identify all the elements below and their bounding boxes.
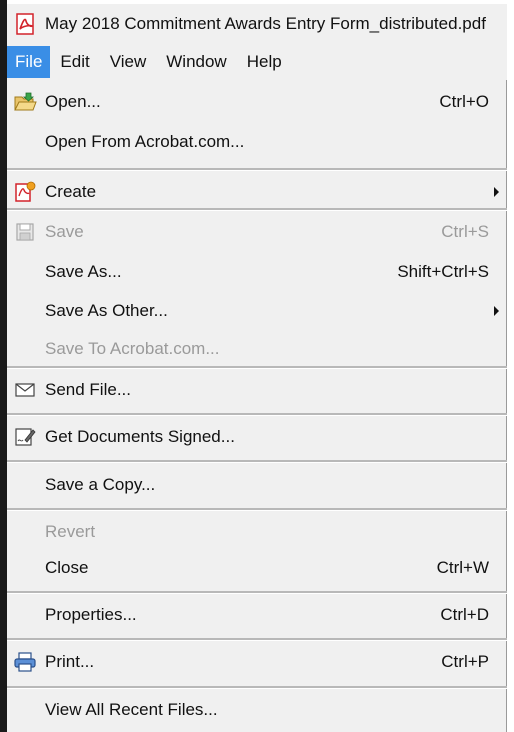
menu-item-print[interactable]: Print... Ctrl+P [7, 642, 507, 682]
menu-item-label: Save [45, 222, 84, 241]
application-window: May 2018 Commitment Awards Entry Form_di… [0, 0, 514, 732]
shortcut-label: Ctrl+D [440, 605, 489, 624]
printer-icon [12, 650, 38, 674]
window-left-edge [0, 0, 7, 732]
menu-item-save-a-copy[interactable]: Save a Copy... [7, 465, 507, 505]
menu-item-label: Save a Copy... [45, 475, 156, 494]
menu-item-save-as[interactable]: Save As... Shift+Ctrl+S [7, 252, 507, 292]
menu-separator [7, 208, 507, 211]
menu-view[interactable]: View [100, 46, 157, 78]
shortcut-label: Ctrl+O [439, 92, 489, 111]
menu-bar: File Edit View Window Help [7, 44, 507, 80]
pdf-icon [15, 13, 37, 35]
menu-item-save-to-acrobat: Save To Acrobat.com... [7, 329, 507, 369]
menu-item-label: Create [45, 182, 97, 201]
menu-item-label: Save As Other... [45, 301, 168, 320]
menu-item-label: Print... [45, 652, 95, 671]
floppy-disk-icon [12, 220, 38, 244]
menu-item-save: Save Ctrl+S [7, 212, 507, 252]
menu-item-close[interactable]: Close Ctrl+W [7, 548, 507, 588]
shortcut-label: Shift+Ctrl+S [397, 262, 489, 281]
shortcut-label: Ctrl+W [436, 558, 489, 577]
menu-separator [7, 413, 507, 416]
menu-item-properties[interactable]: Properties... Ctrl+D [7, 595, 507, 635]
menu-item-open[interactable]: Open... Ctrl+O [7, 82, 507, 122]
menu-item-label: Open... [45, 92, 101, 111]
menu-item-label: Properties... [45, 605, 137, 624]
menu-item-create[interactable]: Create [7, 172, 507, 212]
menu-item-send-file[interactable]: Send File... [7, 370, 507, 410]
submenu-arrow-icon [494, 306, 499, 316]
menu-item-label: Get Documents Signed... [45, 427, 235, 446]
menu-item-label: View All Recent Files... [45, 700, 218, 719]
menu-separator [7, 686, 507, 689]
menu-item-label: Open From Acrobat.com... [45, 132, 245, 151]
menu-item-revert: Revert [7, 512, 507, 552]
menu-separator [7, 460, 507, 463]
menu-item-save-as-other[interactable]: Save As Other... [7, 291, 507, 331]
menu-item-open-from-acrobat[interactable]: Open From Acrobat.com... [7, 122, 507, 162]
menu-window[interactable]: Window [156, 46, 236, 78]
file-menu-dropdown: Open... Ctrl+O Open From Acrobat.com... … [7, 80, 507, 732]
menu-separator [7, 638, 507, 641]
menu-item-label: Revert [45, 522, 96, 541]
title-bar: May 2018 Commitment Awards Entry Form_di… [7, 4, 507, 44]
menu-edit[interactable]: Edit [50, 46, 99, 78]
menu-item-label: Save As... [45, 262, 122, 281]
create-pdf-icon [12, 180, 38, 204]
shortcut-label: Ctrl+S [441, 222, 489, 241]
menu-help[interactable]: Help [237, 46, 292, 78]
envelope-icon [12, 378, 38, 402]
menu-item-get-documents-signed[interactable]: Get Documents Signed... [7, 417, 507, 457]
window-title: May 2018 Commitment Awards Entry Form_di… [45, 14, 486, 33]
menu-separator [7, 591, 507, 594]
menu-item-view-all-recent-files[interactable]: View All Recent Files... [7, 690, 507, 730]
shortcut-label: Ctrl+P [441, 652, 489, 671]
menu-item-label: Save To Acrobat.com... [45, 339, 220, 358]
sign-document-icon [12, 425, 38, 449]
menu-separator [7, 366, 507, 369]
folder-open-icon [12, 90, 38, 114]
menu-item-label: Close [45, 558, 89, 577]
submenu-arrow-icon [494, 187, 499, 197]
menu-file[interactable]: File [7, 46, 51, 78]
menu-separator [7, 168, 507, 171]
menu-item-label: Send File... [45, 380, 131, 399]
menu-separator [7, 508, 507, 511]
